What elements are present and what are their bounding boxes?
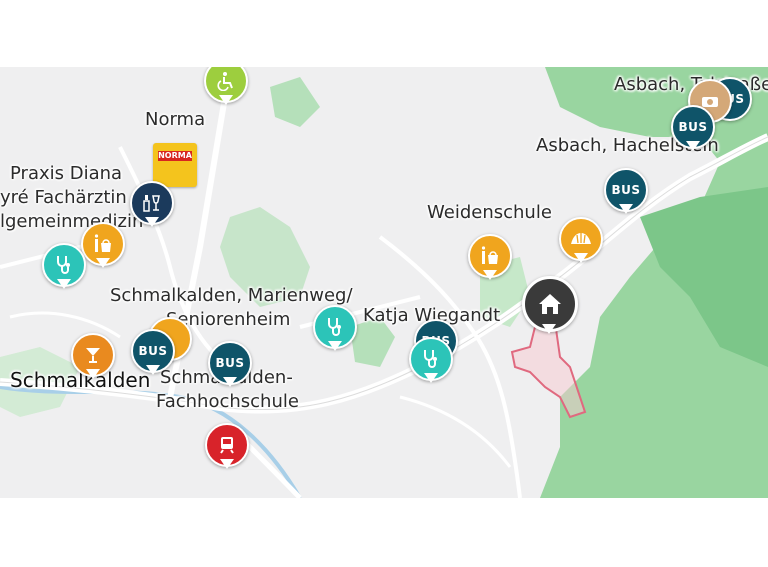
bakery-pin[interactable] <box>559 217 603 269</box>
stop-label-marienweg: Schmalkalden, Marienweg/ <box>110 285 353 306</box>
pin-tail <box>424 373 438 383</box>
leisure-pin[interactable] <box>204 67 248 111</box>
pin-tail <box>219 95 233 105</box>
pin-tail <box>145 217 159 227</box>
pin-tail <box>574 253 588 263</box>
bus-stop-pin-fachhochschule[interactable]: BUS <box>208 341 252 393</box>
pin-tail <box>542 324 556 334</box>
shopping-pin[interactable] <box>81 222 125 274</box>
wine-shop-pin[interactable] <box>130 181 174 233</box>
pin-tail <box>483 270 497 280</box>
train-station-pin[interactable] <box>205 423 249 475</box>
pin-tail <box>146 365 160 375</box>
bar-pin[interactable] <box>71 333 115 385</box>
map-base-layer <box>0 67 768 498</box>
map-canvas[interactable]: Norma Praxis Diana yré Fachärztin fü lge… <box>0 67 768 498</box>
bus-stop-pin-hachelstein[interactable]: BUS <box>671 105 715 157</box>
medical-pin-katja-wiegandt[interactable] <box>409 337 453 389</box>
medical-pin[interactable] <box>313 305 357 357</box>
bus-stop-pin-hachelstein-lower[interactable]: BUS <box>604 168 648 220</box>
pin-tail <box>220 459 234 469</box>
pin-tail <box>619 204 633 214</box>
poi-label-praxis-name: Praxis Diana <box>10 163 123 184</box>
pin-tail <box>686 141 700 151</box>
shopping-pin[interactable] <box>468 234 512 286</box>
stop-label-fachhochschule: Fachhochschule <box>156 391 299 412</box>
poi-label-praxis-title: yré Fachärztin fü <box>0 187 151 208</box>
pin-tail <box>223 377 237 387</box>
poi-label-weidenschule: Weidenschule <box>427 202 552 223</box>
pin-tail <box>57 279 71 289</box>
pin-tail <box>96 258 110 268</box>
pin-tail <box>86 369 100 379</box>
bus-stop-pin-marienweg[interactable]: BUS <box>131 329 175 381</box>
medical-pin[interactable] <box>42 243 86 295</box>
home-pin[interactable] <box>522 276 578 340</box>
norma-logo-text: NORMA <box>158 151 192 161</box>
pin-tail <box>328 341 342 351</box>
poi-label-norma: Norma <box>145 109 206 130</box>
